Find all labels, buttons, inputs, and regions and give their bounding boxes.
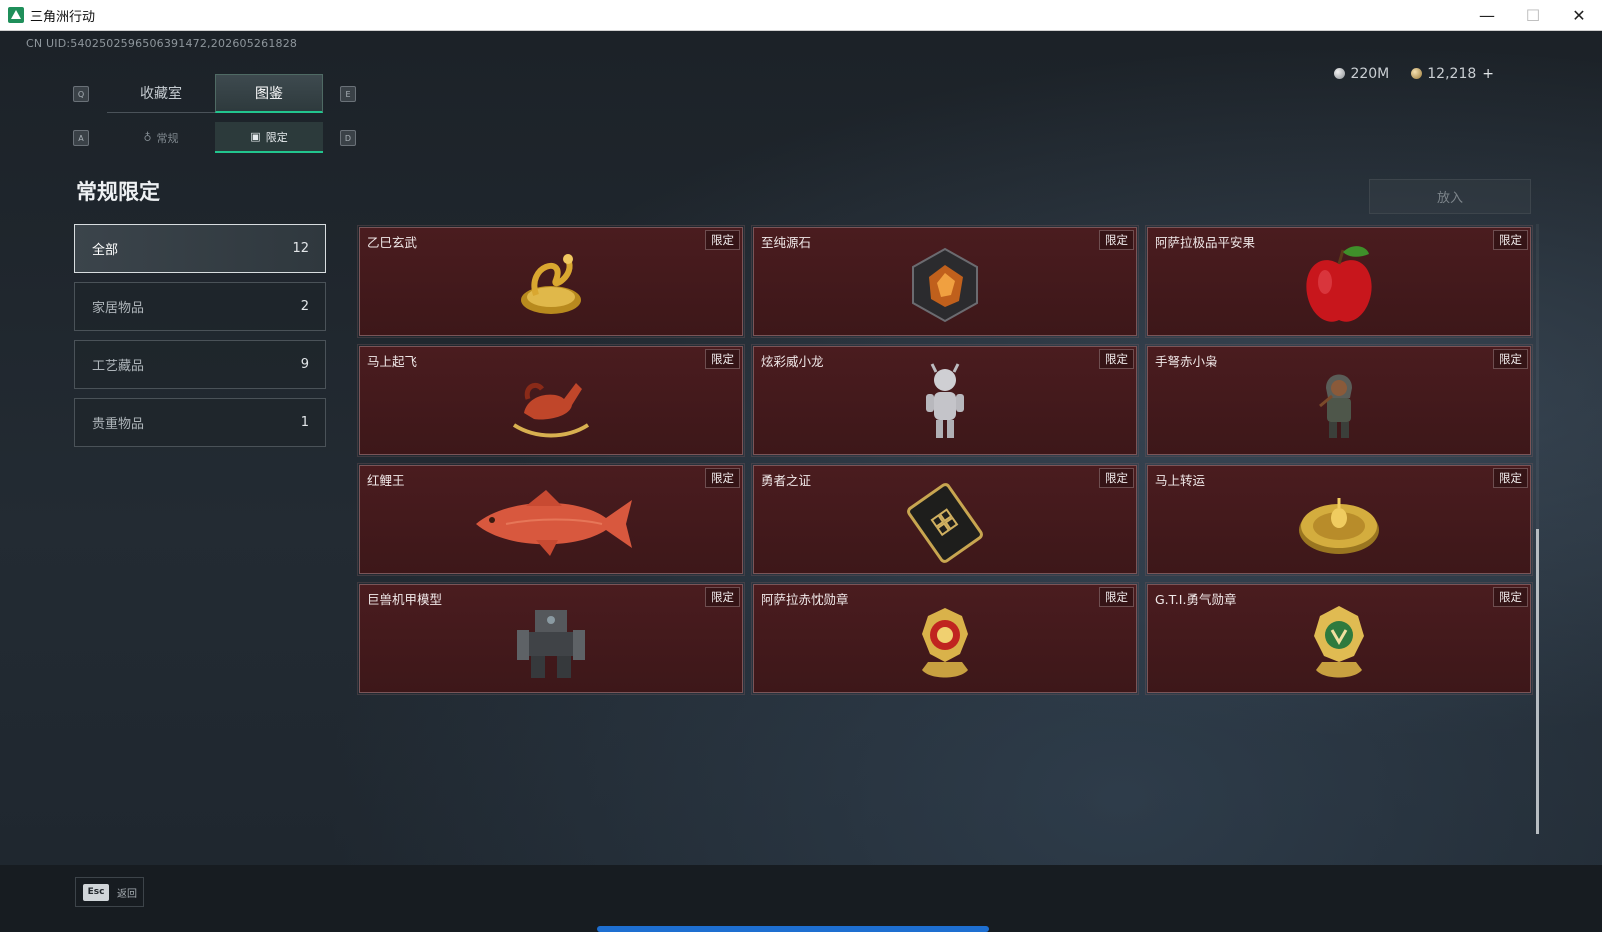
golden-wheel-icon xyxy=(1299,497,1379,554)
gold-currency[interactable]: 12,218 + xyxy=(1411,66,1494,82)
silver-coin-icon xyxy=(1334,68,1346,79)
add-currency-button[interactable]: + xyxy=(1482,66,1494,82)
main-tabs: 收藏室 图鉴 xyxy=(107,74,323,113)
minimize-button[interactable]: — xyxy=(1464,0,1510,30)
category-label: 贵重物品 xyxy=(92,417,145,432)
category-label: 全部 xyxy=(92,243,119,258)
red-medal-icon xyxy=(922,607,968,677)
category-crafts[interactable]: 工艺藏品 9 xyxy=(74,340,326,389)
close-button[interactable]: ✕ xyxy=(1556,0,1602,30)
pure-source-stone-icon xyxy=(912,247,978,322)
rocking-horse-icon xyxy=(512,382,590,437)
category-label: 工艺藏品 xyxy=(92,359,145,374)
prev-subtab-key-hint: A xyxy=(73,130,89,146)
window-title: 三角洲行动 xyxy=(30,9,96,25)
silver-currency: 220M xyxy=(1334,66,1389,82)
category-all[interactable]: 全部 12 xyxy=(74,224,326,273)
uid-label: CN UID:5402502596506391472,202605261828 xyxy=(26,37,298,50)
item-card[interactable]: 手弩赤小枭 限定 xyxy=(1145,344,1533,457)
section-title: 常规限定 xyxy=(76,180,160,204)
limited-icon: ▣ xyxy=(250,130,261,143)
currency-bar: 220M 12,218 + xyxy=(1334,66,1494,82)
scrollbar-thumb[interactable] xyxy=(1536,529,1539,834)
app-logo-icon xyxy=(8,7,24,23)
item-card[interactable]: 红鲤王 限定 xyxy=(357,463,745,576)
sub-tabs: ♁ 常规 ▣ 限定 xyxy=(107,122,323,153)
red-apple-icon xyxy=(1306,245,1372,322)
window-titlebar: 三角洲行动 — ☐ ✕ xyxy=(0,0,1602,31)
back-button[interactable]: Esc 返回 xyxy=(75,877,144,907)
red-carp-icon xyxy=(476,489,632,556)
item-card[interactable]: 乙巳玄武 限定 xyxy=(357,225,745,338)
category-count: 9 xyxy=(300,357,309,372)
item-grid: 乙巳玄武 限定 至纯源石 限定 阿萨拉极品平安果 限定 马上起飞 限定 炫彩威小… xyxy=(357,225,1533,695)
gold-amount: 12,218 xyxy=(1427,66,1477,82)
subtab-limited-label: 限定 xyxy=(265,130,288,144)
silver-amount: 220M xyxy=(1350,66,1390,82)
item-card[interactable]: 马上转运 限定 xyxy=(1145,463,1533,576)
prev-tab-key-hint: Q xyxy=(73,86,89,102)
gold-coin-icon xyxy=(1411,68,1423,79)
category-sidebar: 全部 12 家居物品 2 工艺藏品 9 贵重物品 1 xyxy=(74,224,326,456)
item-card[interactable]: 巨兽机甲模型 限定 xyxy=(357,582,745,695)
game-screen: CN UID:5402502596506391472,202605261828 … xyxy=(0,31,1602,932)
category-valuables[interactable]: 贵重物品 1 xyxy=(74,398,326,447)
category-label: 家居物品 xyxy=(92,301,145,316)
back-label: 返回 xyxy=(117,888,137,900)
tab-collection-room[interactable]: 收藏室 xyxy=(107,74,215,113)
item-card[interactable]: 阿萨拉极品平安果 限定 xyxy=(1145,225,1533,338)
maximize-button[interactable]: ☐ xyxy=(1510,0,1556,30)
item-card[interactable]: 马上起飞 限定 xyxy=(357,344,745,457)
green-medal-icon xyxy=(1314,605,1364,677)
grid-scrollbar[interactable] xyxy=(1536,224,1539,834)
golden-serpent-tortoise-icon xyxy=(521,253,581,314)
item-card[interactable]: 至纯源石 限定 xyxy=(751,225,1139,338)
category-count: 2 xyxy=(300,299,309,314)
bottom-bar: Esc 返回 xyxy=(0,865,1602,932)
item-card[interactable]: G.T.I.勇气勋章 限定 xyxy=(1145,582,1533,695)
put-in-button[interactable]: 放入 xyxy=(1369,179,1531,214)
hooded-figurine-icon xyxy=(1319,374,1352,438)
category-count: 12 xyxy=(292,241,309,256)
subtab-regular-label: 常规 xyxy=(156,131,179,145)
loading-progress-bar xyxy=(597,926,989,932)
dragon-figurine-icon xyxy=(926,362,964,438)
subtab-regular[interactable]: ♁ 常规 xyxy=(107,122,215,153)
item-card[interactable]: 勇者之证 限定 xyxy=(751,463,1139,576)
tab-catalog[interactable]: 图鉴 xyxy=(215,74,323,113)
brave-card-icon xyxy=(907,482,983,563)
category-home-items[interactable]: 家居物品 2 xyxy=(74,282,326,331)
esc-key-hint: Esc xyxy=(83,883,109,901)
regular-icon: ♁ xyxy=(143,131,152,144)
next-subtab-key-hint: D xyxy=(340,130,356,146)
next-tab-key-hint: E xyxy=(340,86,356,102)
mech-model-icon xyxy=(517,609,585,678)
subtab-limited[interactable]: ▣ 限定 xyxy=(215,122,323,153)
category-count: 1 xyxy=(300,415,309,430)
item-card[interactable]: 阿萨拉赤忱勋章 限定 xyxy=(751,582,1139,695)
window-controls: — ☐ ✕ xyxy=(1464,0,1602,30)
item-card[interactable]: 炫彩威小龙 限定 xyxy=(751,344,1139,457)
